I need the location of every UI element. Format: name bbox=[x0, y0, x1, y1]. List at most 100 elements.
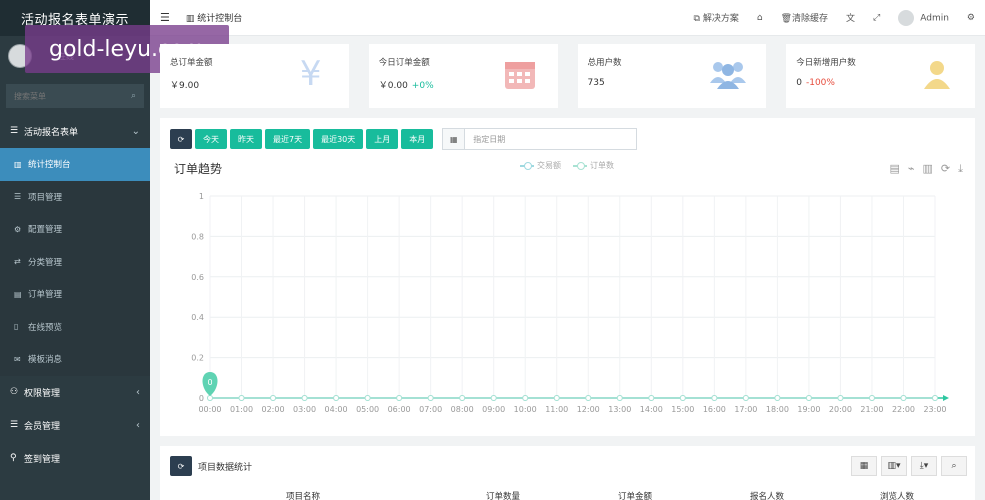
search-button[interactable]: ⌕ bbox=[941, 456, 967, 476]
refresh-button[interactable]: ⟳ bbox=[170, 129, 192, 149]
fullscreen-icon[interactable]: ⤢ bbox=[873, 13, 880, 23]
search-input[interactable] bbox=[14, 91, 114, 101]
y-tick-label: 0.4 bbox=[191, 313, 204, 322]
axis-arrow bbox=[943, 395, 949, 401]
legend-item-amount[interactable]: 交易额 bbox=[520, 160, 561, 171]
data-point bbox=[459, 395, 466, 401]
data-point bbox=[932, 395, 938, 401]
chart-toolbox: ▤ ⌁ ▥ ⟳ ⤓ bbox=[889, 162, 963, 176]
table-header: 项目名称 订单数量 订单金额 报名人数 浏览人数 bbox=[160, 490, 975, 500]
x-tick-label: 00:00 bbox=[198, 405, 221, 414]
column-header[interactable]: 报名人数 bbox=[750, 490, 784, 500]
column-header[interactable]: 浏览人数 bbox=[880, 490, 914, 500]
admin-name: Admin bbox=[920, 13, 949, 23]
x-tick-label: 05:00 bbox=[356, 405, 379, 414]
date-picker-field[interactable]: ▦ 指定日期 bbox=[442, 128, 638, 150]
sidebar-item-label: 分类管理 bbox=[28, 257, 63, 268]
line-chart-icon[interactable]: ⌁ bbox=[908, 162, 915, 176]
data-point bbox=[648, 395, 655, 401]
stat-card-total-users: 总用户数 735 bbox=[577, 44, 767, 108]
data-point bbox=[616, 395, 623, 401]
filter-yesterday-button[interactable]: 昨天 bbox=[230, 129, 262, 149]
gear-icon: ⚙ bbox=[14, 224, 22, 234]
sidebar-item-orders[interactable]: ▤ 订单管理 bbox=[0, 278, 150, 311]
tab-dashboard[interactable]: ▥ 统计控制台 bbox=[186, 11, 242, 24]
data-point bbox=[900, 395, 907, 401]
x-tick-label: 18:00 bbox=[766, 405, 789, 414]
language-icon[interactable]: 文 bbox=[846, 11, 855, 24]
clear-cache-button[interactable]: 🗑清除缓存 bbox=[781, 11, 828, 24]
export-button[interactable]: ⤓▾ bbox=[911, 456, 937, 476]
refresh-button[interactable]: ⟳ bbox=[170, 456, 192, 476]
gears-icon[interactable]: ⚙ bbox=[967, 13, 975, 23]
refresh-icon: ⟳ bbox=[177, 461, 185, 471]
chevron-down-icon: ⌄ bbox=[131, 125, 140, 137]
column-header[interactable]: 项目名称 bbox=[286, 490, 320, 500]
sidebar-group-permissions[interactable]: ⚇ 权限管理 ‹ bbox=[0, 376, 150, 409]
column-header[interactable]: 订单数量 bbox=[486, 490, 520, 500]
x-tick-label: 01:00 bbox=[230, 405, 253, 414]
random-icon: ⇄ bbox=[14, 257, 21, 267]
sidebar-group-label: 权限管理 bbox=[24, 388, 61, 399]
columns-button[interactable]: ▥▾ bbox=[881, 456, 907, 476]
sidebar-item-templates[interactable]: ✉ 模板消息 bbox=[0, 343, 150, 376]
topbar: ☰ ▥ 统计控制台 ⧉ 解决方案 ⌂ 🗑清除缓存 文 ⤢ Admin ⚙ bbox=[150, 0, 985, 36]
data-view-icon[interactable]: ▤ bbox=[889, 162, 899, 176]
sidebar-item-projects[interactable]: ☰ 项目管理 bbox=[0, 181, 150, 214]
project-stats-header: ⟳ 项目数据统计 bbox=[170, 456, 252, 476]
restore-icon[interactable]: ⟳ bbox=[941, 162, 950, 176]
x-tick-label: 15:00 bbox=[671, 405, 694, 414]
column-header[interactable]: 订单金额 bbox=[618, 490, 652, 500]
sidebar-group-members[interactable]: ☰ 会员管理 ‹ bbox=[0, 409, 150, 442]
home-icon[interactable]: ⌂ bbox=[757, 13, 763, 23]
toggle-view-button[interactable]: ▦ bbox=[851, 456, 877, 476]
download-icon[interactable]: ⤓ bbox=[958, 162, 963, 176]
sidebar-item-preview[interactable]: ▯ 在线预览 bbox=[0, 311, 150, 344]
calendar-icon bbox=[500, 54, 540, 94]
avatar bbox=[898, 9, 915, 26]
sidebar-item-config[interactable]: ⚙ 配置管理 bbox=[0, 213, 150, 246]
menu-toggle-icon[interactable]: ☰ bbox=[160, 11, 170, 24]
x-tick-label: 17:00 bbox=[734, 405, 757, 414]
envelope-icon: ✉ bbox=[14, 354, 21, 364]
data-point bbox=[868, 395, 875, 401]
sidebar-item-dashboard[interactable]: ▥ 统计控制台 bbox=[0, 148, 150, 181]
bar-chart-icon: ▥ bbox=[185, 14, 195, 24]
bar-chart-icon[interactable]: ▥ bbox=[923, 162, 933, 176]
solution-link[interactable]: ⧉ 解决方案 bbox=[694, 11, 739, 24]
sidebar-group-checkin[interactable]: ⚲ 签到管理 bbox=[0, 442, 150, 475]
refresh-icon: ⟳ bbox=[177, 134, 185, 144]
sidebar-group-activity[interactable]: ☰ 活动报名表单 ⌄ bbox=[0, 114, 150, 148]
calendar-icon: ▦ bbox=[443, 129, 466, 149]
data-point bbox=[805, 395, 812, 401]
map-marker-icon: ⚲ bbox=[10, 453, 17, 463]
data-point bbox=[333, 395, 340, 401]
x-tick-label: 23:00 bbox=[923, 405, 946, 414]
date-toolbar: ⟳ 今天 昨天 最近7天 最近30天 上月 本月 ▦ 指定日期 bbox=[170, 128, 638, 150]
sidebar-item-label: 模板消息 bbox=[28, 355, 63, 366]
data-point bbox=[490, 395, 497, 401]
list-icon: ☰ bbox=[10, 126, 19, 136]
legend-item-orders[interactable]: 订单数 bbox=[573, 160, 614, 171]
data-point bbox=[427, 395, 434, 401]
sidebar-item-categories[interactable]: ⇄ 分类管理 bbox=[0, 246, 150, 279]
chart-title: 订单趋势 bbox=[174, 162, 223, 176]
filter-today-button[interactable]: 今天 bbox=[195, 129, 227, 149]
topbar-actions: ⧉ 解决方案 ⌂ 🗑清除缓存 文 ⤢ Admin ⚙ bbox=[694, 9, 985, 26]
columns-icon: ▥▾ bbox=[887, 461, 901, 471]
admin-menu[interactable]: Admin bbox=[898, 9, 949, 26]
x-tick-label: 11:00 bbox=[545, 405, 568, 414]
sidebar-group-label: 活动报名表单 bbox=[24, 127, 79, 138]
chart-legend: 交易额 订单数 bbox=[520, 160, 614, 171]
x-tick-label: 10:00 bbox=[514, 405, 537, 414]
search-icon[interactable]: ⌕ bbox=[131, 91, 136, 101]
data-point bbox=[679, 395, 686, 401]
filter-7days-button[interactable]: 最近7天 bbox=[265, 129, 311, 149]
data-point bbox=[774, 395, 781, 401]
filter-30days-button[interactable]: 最近30天 bbox=[313, 129, 364, 149]
filter-this-month-button[interactable]: 本月 bbox=[401, 129, 434, 149]
filter-last-month-button[interactable]: 上月 bbox=[366, 129, 399, 149]
tab-label: 统计控制台 bbox=[197, 14, 243, 24]
data-point bbox=[837, 395, 844, 401]
x-tick-label: 20:00 bbox=[829, 405, 852, 414]
